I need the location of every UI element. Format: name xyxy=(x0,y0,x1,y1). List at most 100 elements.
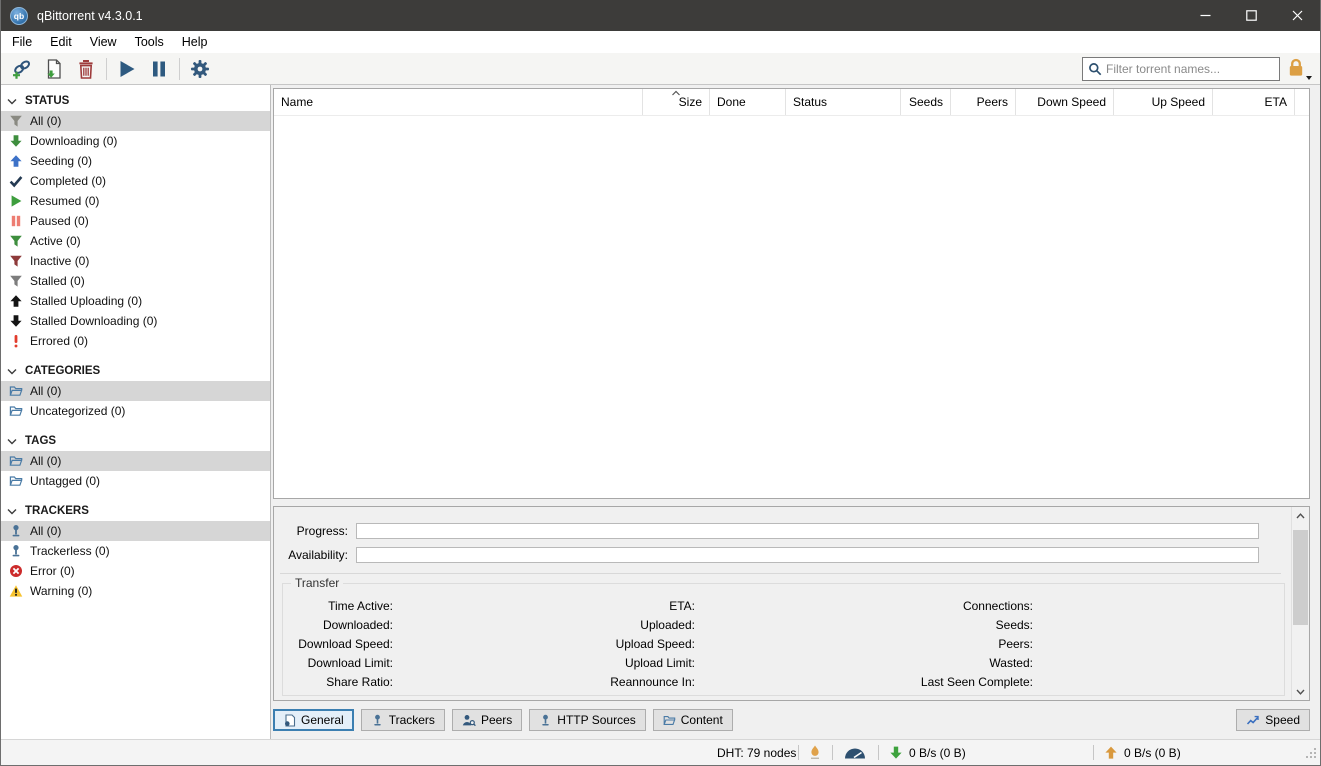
sidebar-section-status[interactable]: STATUS xyxy=(1,91,270,111)
transfer-grid: Time Active: ETA: Connections: Downloade… xyxy=(283,584,1284,691)
sidebar-item-status-completed[interactable]: Completed (0) xyxy=(1,171,270,191)
item-label: Completed (0) xyxy=(30,174,106,188)
column-header-status[interactable]: Status xyxy=(786,89,901,115)
column-header-down-speed[interactable]: Down Speed xyxy=(1016,89,1114,115)
speed-button-label: Speed xyxy=(1265,713,1300,727)
sidebar-item-tags-all[interactable]: All (0) xyxy=(1,451,270,471)
scroll-down-button[interactable] xyxy=(1292,683,1309,700)
maximize-icon xyxy=(1246,10,1257,21)
tab-http-sources[interactable]: HTTP Sources xyxy=(529,709,645,731)
filter-box xyxy=(1082,57,1280,81)
menu-view[interactable]: View xyxy=(81,32,126,52)
transfer-group: Transfer Time Active: ETA: Connections: … xyxy=(282,583,1285,696)
chevron-down-icon xyxy=(7,438,17,445)
column-header-done[interactable]: Done xyxy=(710,89,786,115)
lock-button[interactable] xyxy=(1287,58,1307,80)
sidebar-item-status-errored[interactable]: Errored (0) xyxy=(1,331,270,351)
pause-button[interactable] xyxy=(143,55,175,83)
delete-button[interactable] xyxy=(70,55,102,83)
filter-torrents-input[interactable] xyxy=(1106,62,1274,76)
tab-general[interactable]: General xyxy=(273,709,354,731)
pause-bars-icon xyxy=(9,214,23,228)
upload-speed-status[interactable]: 0 B/s (0 B) xyxy=(1104,745,1181,760)
details-separator xyxy=(280,573,1281,574)
sidebar-item-status-paused[interactable]: Paused (0) xyxy=(1,211,270,231)
sidebar-item-trackers-trackerless[interactable]: Trackerless (0) xyxy=(1,541,270,561)
minimize-button[interactable] xyxy=(1182,0,1228,31)
sidebar-item-categories-all[interactable]: All (0) xyxy=(1,381,270,401)
resume-button[interactable] xyxy=(111,55,143,83)
options-button[interactable] xyxy=(184,55,216,83)
download-limit-label: Download Limit: xyxy=(283,656,393,670)
maximize-button[interactable] xyxy=(1228,0,1274,31)
sidebar-item-status-all[interactable]: All (0) xyxy=(1,111,270,131)
column-header-peers[interactable]: Peers xyxy=(951,89,1016,115)
menu-file[interactable]: File xyxy=(3,32,41,52)
uploaded-label: Uploaded: xyxy=(393,618,695,632)
sidebar-section-trackers[interactable]: TRACKERS xyxy=(1,501,270,521)
transfer-row: Share Ratio: Reannounce In: Last Seen Co… xyxy=(283,672,1284,691)
details-scrollbar[interactable] xyxy=(1291,507,1309,700)
download-speed-status[interactable]: 0 B/s (0 B) xyxy=(889,745,966,760)
scrollbar-thumb[interactable] xyxy=(1293,530,1308,625)
column-header-eta[interactable]: ETA xyxy=(1213,89,1295,115)
chevron-down-icon xyxy=(1296,689,1305,695)
eta-label: ETA: xyxy=(393,599,695,613)
search-icon xyxy=(1088,62,1102,76)
sidebar-item-status-inactive[interactable]: Inactive (0) xyxy=(1,251,270,271)
speed-button[interactable]: Speed xyxy=(1236,709,1310,731)
app-logo-icon[interactable]: qb xyxy=(10,7,28,25)
folder-icon xyxy=(9,454,23,468)
sidebar-item-trackers-error[interactable]: Error (0) xyxy=(1,561,270,581)
menu-edit[interactable]: Edit xyxy=(41,32,81,52)
sidebar-item-status-stalled-downloading[interactable]: Stalled Downloading (0) xyxy=(1,311,270,331)
sidebar-item-trackers-warning[interactable]: Warning (0) xyxy=(1,581,270,601)
statusbar-separator xyxy=(1093,745,1094,760)
close-button[interactable] xyxy=(1274,0,1320,31)
tab-trackers[interactable]: Trackers xyxy=(361,709,445,731)
column-header-name[interactable]: Name xyxy=(274,89,643,115)
content-tab-icon xyxy=(663,714,676,727)
scrollbar-track[interactable] xyxy=(1292,524,1309,683)
menu-tools[interactable]: Tools xyxy=(126,32,173,52)
resize-grip[interactable] xyxy=(1305,747,1317,762)
column-label: ETA xyxy=(1265,95,1287,109)
tab-content[interactable]: Content xyxy=(653,709,733,731)
statusbar-separator xyxy=(878,745,879,760)
item-label: All (0) xyxy=(30,454,61,468)
column-header-seeds[interactable]: Seeds xyxy=(901,89,951,115)
tab-peers[interactable]: Peers xyxy=(452,709,522,731)
gear-icon xyxy=(190,59,210,79)
alt-speed-gauge-icon[interactable] xyxy=(843,746,867,762)
column-header-size[interactable]: Size xyxy=(643,89,710,115)
item-label: All (0) xyxy=(30,384,61,398)
sidebar-item-tags-untagged[interactable]: Untagged (0) xyxy=(1,471,270,491)
trash-icon xyxy=(76,59,96,79)
sidebar-item-trackers-all[interactable]: All (0) xyxy=(1,521,270,541)
add-torrent-file-button[interactable] xyxy=(38,55,70,83)
peers-label: Peers: xyxy=(695,637,1033,651)
sidebar-section-categories[interactable]: CATEGORIES xyxy=(1,361,270,381)
column-header-up-speed[interactable]: Up Speed xyxy=(1114,89,1213,115)
scroll-up-button[interactable] xyxy=(1292,507,1309,524)
sidebar-item-categories-uncategorized[interactable]: Uncategorized (0) xyxy=(1,401,270,421)
sidebar-item-status-stalled-uploading[interactable]: Stalled Uploading (0) xyxy=(1,291,270,311)
progress-bar xyxy=(356,523,1259,539)
section-title: CATEGORIES xyxy=(25,365,100,377)
download-speed-arrow-icon xyxy=(889,745,903,760)
general-tab-icon xyxy=(283,714,296,727)
item-label: Uncategorized (0) xyxy=(30,404,125,418)
menu-help[interactable]: Help xyxy=(173,32,217,52)
add-torrent-link-button[interactable] xyxy=(6,55,38,83)
sidebar-item-status-resumed[interactable]: Resumed (0) xyxy=(1,191,270,211)
item-label: Stalled (0) xyxy=(30,274,85,288)
sidebar-item-status-active[interactable]: Active (0) xyxy=(1,231,270,251)
sidebar-item-status-stalled[interactable]: Stalled (0) xyxy=(1,271,270,291)
item-label: Resumed (0) xyxy=(30,194,99,208)
item-label: Warning (0) xyxy=(30,584,92,598)
sidebar-section-tags[interactable]: TAGS xyxy=(1,431,270,451)
window-controls xyxy=(1182,0,1320,31)
sidebar-item-status-seeding[interactable]: Seeding (0) xyxy=(1,151,270,171)
close-icon xyxy=(1292,10,1303,21)
sidebar-item-status-downloading[interactable]: Downloading (0) xyxy=(1,131,270,151)
